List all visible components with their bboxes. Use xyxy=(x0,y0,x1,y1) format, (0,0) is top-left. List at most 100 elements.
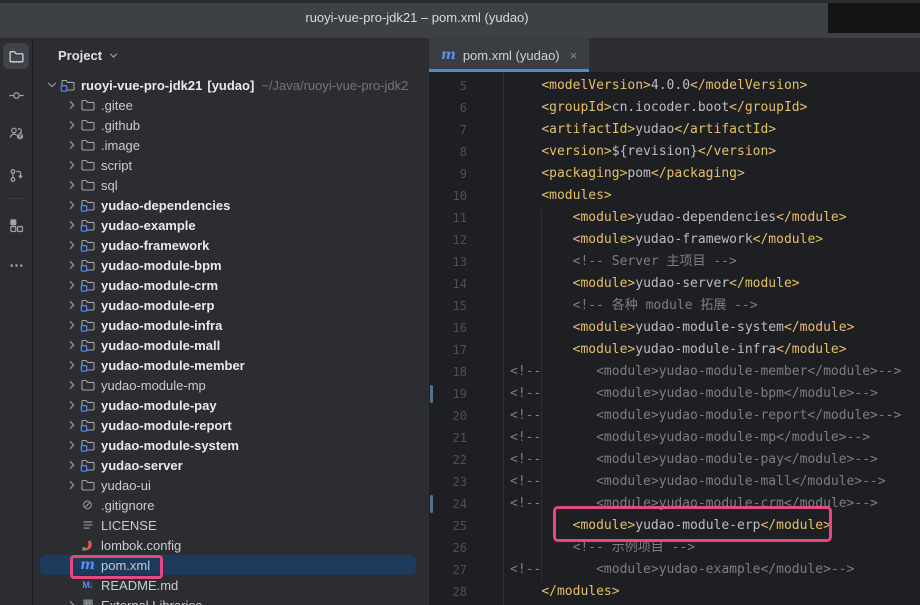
line-number: 18 xyxy=(429,361,467,383)
chevron-collapsed-icon[interactable] xyxy=(64,338,79,352)
project-panel-header[interactable]: Project xyxy=(33,38,429,72)
chevron-collapsed-icon[interactable] xyxy=(64,318,79,332)
chevron-collapsed-icon[interactable] xyxy=(64,598,79,605)
tree-row-yudao-module-mp[interactable]: yudao-module-mp xyxy=(40,375,416,395)
tree-row-sql[interactable]: sql xyxy=(40,175,416,195)
tree-row--image[interactable]: .image xyxy=(40,135,416,155)
tab-pom-xml[interactable]: m pom.xml (yudao) × xyxy=(429,38,589,72)
code-line-28[interactable]: 28 </modules> xyxy=(429,581,920,603)
editor-body[interactable]: 5 <modelVersion>4.0.0</modelVersion>6 <g… xyxy=(429,72,920,605)
chevron-collapsed-icon[interactable] xyxy=(64,138,79,152)
chevron-collapsed-icon[interactable] xyxy=(64,438,79,452)
tree-row-ruoyi-vue-pro-jdk21[interactable]: ruoyi-vue-pro-jdk21[yudao]~/Java/ruoyi-v… xyxy=(40,75,416,95)
code-line-14[interactable]: 14 <module>yudao-server</module> xyxy=(429,273,920,295)
tree-row-pom-xml[interactable]: mpom.xml xyxy=(40,555,416,575)
chevron-spacer xyxy=(64,578,79,592)
code-text: <module>yudao-dependencies</module> xyxy=(510,207,847,229)
chevron-collapsed-icon[interactable] xyxy=(64,358,79,372)
code-line-24[interactable]: 24<!-- <module>yudao-module-crm</module>… xyxy=(429,493,920,515)
chevron-collapsed-icon[interactable] xyxy=(64,458,79,472)
line-number: 21 xyxy=(429,427,467,449)
code-line-12[interactable]: 12 <module>yudao-framework</module> xyxy=(429,229,920,251)
tree-row-yudao-framework[interactable]: yudao-framework xyxy=(40,235,416,255)
code-text: <module>yudao-framework</module> xyxy=(510,229,823,251)
tree-row--gitee[interactable]: .gitee xyxy=(40,95,416,115)
chevron-collapsed-icon[interactable] xyxy=(64,118,79,132)
code-line-23[interactable]: 23<!-- <module>yudao-module-mall</module… xyxy=(429,471,920,493)
tree-row-yudao-module-pay[interactable]: yudao-module-pay xyxy=(40,395,416,415)
close-icon[interactable]: × xyxy=(570,48,578,63)
chevron-expanded-icon[interactable] xyxy=(44,78,59,92)
tree-row-script[interactable]: script xyxy=(40,155,416,175)
text-file-icon xyxy=(79,517,96,533)
code-line-5[interactable]: 5 <modelVersion>4.0.0</modelVersion> xyxy=(429,75,920,97)
tree-row-yudao-module-bpm[interactable]: yudao-module-bpm xyxy=(40,255,416,275)
code-with-me-icon[interactable]: ? xyxy=(3,120,29,146)
chevron-collapsed-icon[interactable] xyxy=(64,98,79,112)
code-line-19[interactable]: 19<!-- <module>yudao-module-bpm</module>… xyxy=(429,383,920,405)
tree-row-readme-md[interactable]: M↓README.md xyxy=(40,575,416,595)
code-line-15[interactable]: 15 <!-- 各种 module 拓展 --> xyxy=(429,295,920,317)
line-number: 25 xyxy=(429,515,467,537)
tree-row-yudao-module-member[interactable]: yudao-module-member xyxy=(40,355,416,375)
commit-icon[interactable] xyxy=(3,82,29,108)
tree-item-label: yudao-module-report xyxy=(101,418,232,433)
tree-row-yudao-module-system[interactable]: yudao-module-system xyxy=(40,435,416,455)
chevron-collapsed-icon[interactable] xyxy=(64,198,79,212)
chevron-collapsed-icon[interactable] xyxy=(64,258,79,272)
chevron-collapsed-icon[interactable] xyxy=(64,158,79,172)
tree-row-yudao-module-mall[interactable]: yudao-module-mall xyxy=(40,335,416,355)
chevron-collapsed-icon[interactable] xyxy=(64,298,79,312)
code-line-8[interactable]: 8 <version>${revision}</version> xyxy=(429,141,920,163)
tree-row-yudao-module-infra[interactable]: yudao-module-infra xyxy=(40,315,416,335)
chevron-collapsed-icon[interactable] xyxy=(64,398,79,412)
project-tree: ruoyi-vue-pro-jdk21[yudao]~/Java/ruoyi-v… xyxy=(33,75,429,605)
tree-row-yudao-module-crm[interactable]: yudao-module-crm xyxy=(40,275,416,295)
chevron-collapsed-icon[interactable] xyxy=(64,178,79,192)
code-line-10[interactable]: 10 <modules> xyxy=(429,185,920,207)
tree-row-license[interactable]: LICENSE xyxy=(40,515,416,535)
git-icon[interactable] xyxy=(3,162,29,188)
tree-row-external-libraries[interactable]: External Libraries xyxy=(40,595,416,605)
line-number: 26 xyxy=(429,537,467,559)
code-line-9[interactable]: 9 <packaging>pom</packaging> xyxy=(429,163,920,185)
code-text: <!-- <module>yudao-module-mp</module>--> xyxy=(510,427,870,449)
tree-row-yudao-ui[interactable]: yudao-ui xyxy=(40,475,416,495)
code-line-22[interactable]: 22<!-- <module>yudao-module-pay</module>… xyxy=(429,449,920,471)
code-line-18[interactable]: 18 <!-- <module>yudao-module-member</modu… xyxy=(429,361,920,383)
tree-row-lombok-config[interactable]: lombok.config xyxy=(40,535,416,555)
chevron-collapsed-icon[interactable] xyxy=(64,378,79,392)
chevron-collapsed-icon[interactable] xyxy=(64,238,79,252)
chevron-collapsed-icon[interactable] xyxy=(64,278,79,292)
code-line-16[interactable]: 16 <module>yudao-module-system</module> xyxy=(429,317,920,339)
tree-item-label: pom.xml xyxy=(101,558,150,573)
tree-row--github[interactable]: .github xyxy=(40,115,416,135)
code-text: <!-- <module>yudao-module-member</module… xyxy=(510,361,901,383)
project-folder-icon[interactable] xyxy=(3,43,29,69)
code-line-13[interactable]: 13 <!-- Server 主项目 --> xyxy=(429,251,920,273)
more-icon[interactable] xyxy=(3,252,29,278)
tree-row-yudao-dependencies[interactable]: yudao-dependencies xyxy=(40,195,416,215)
code-line-27[interactable]: 27<!-- <module>yudao-example</module>--> xyxy=(429,559,920,581)
code-line-6[interactable]: 6 <groupId>cn.iocoder.boot</groupId> xyxy=(429,97,920,119)
tree-row-yudao-example[interactable]: yudao-example xyxy=(40,215,416,235)
code-line-7[interactable]: 7 <artifactId>yudao</artifactId> xyxy=(429,119,920,141)
code-line-11[interactable]: 11 <module>yudao-dependencies</module> xyxy=(429,207,920,229)
tree-row-yudao-module-report[interactable]: yudao-module-report xyxy=(40,415,416,435)
code-line-17[interactable]: 17 <module>yudao-module-infra</module> xyxy=(429,339,920,361)
tree-row-yudao-server[interactable]: yudao-server xyxy=(40,455,416,475)
code-line-26[interactable]: 26 <!-- 示例项目 --> xyxy=(429,537,920,559)
chevron-collapsed-icon[interactable] xyxy=(64,418,79,432)
folder-icon xyxy=(79,117,96,133)
activity-bar: ? xyxy=(0,38,33,605)
code-line-20[interactable]: 20<!-- <module>yudao-module-report</modu… xyxy=(429,405,920,427)
tree-row--gitignore[interactable]: ⊘.gitignore xyxy=(40,495,416,515)
code-line-21[interactable]: 21 <!-- <module>yudao-module-mp</module>-… xyxy=(429,427,920,449)
chevron-collapsed-icon[interactable] xyxy=(64,218,79,232)
tree-row-yudao-module-erp[interactable]: yudao-module-erp xyxy=(40,295,416,315)
ignored-file-icon: ⊘ xyxy=(79,497,96,513)
tree-item-label: yudao-module-mall xyxy=(101,338,220,353)
modules-icon[interactable] xyxy=(3,212,29,238)
code-line-25[interactable]: 25 <module>yudao-module-erp</module> xyxy=(429,515,920,537)
chevron-collapsed-icon[interactable] xyxy=(64,478,79,492)
